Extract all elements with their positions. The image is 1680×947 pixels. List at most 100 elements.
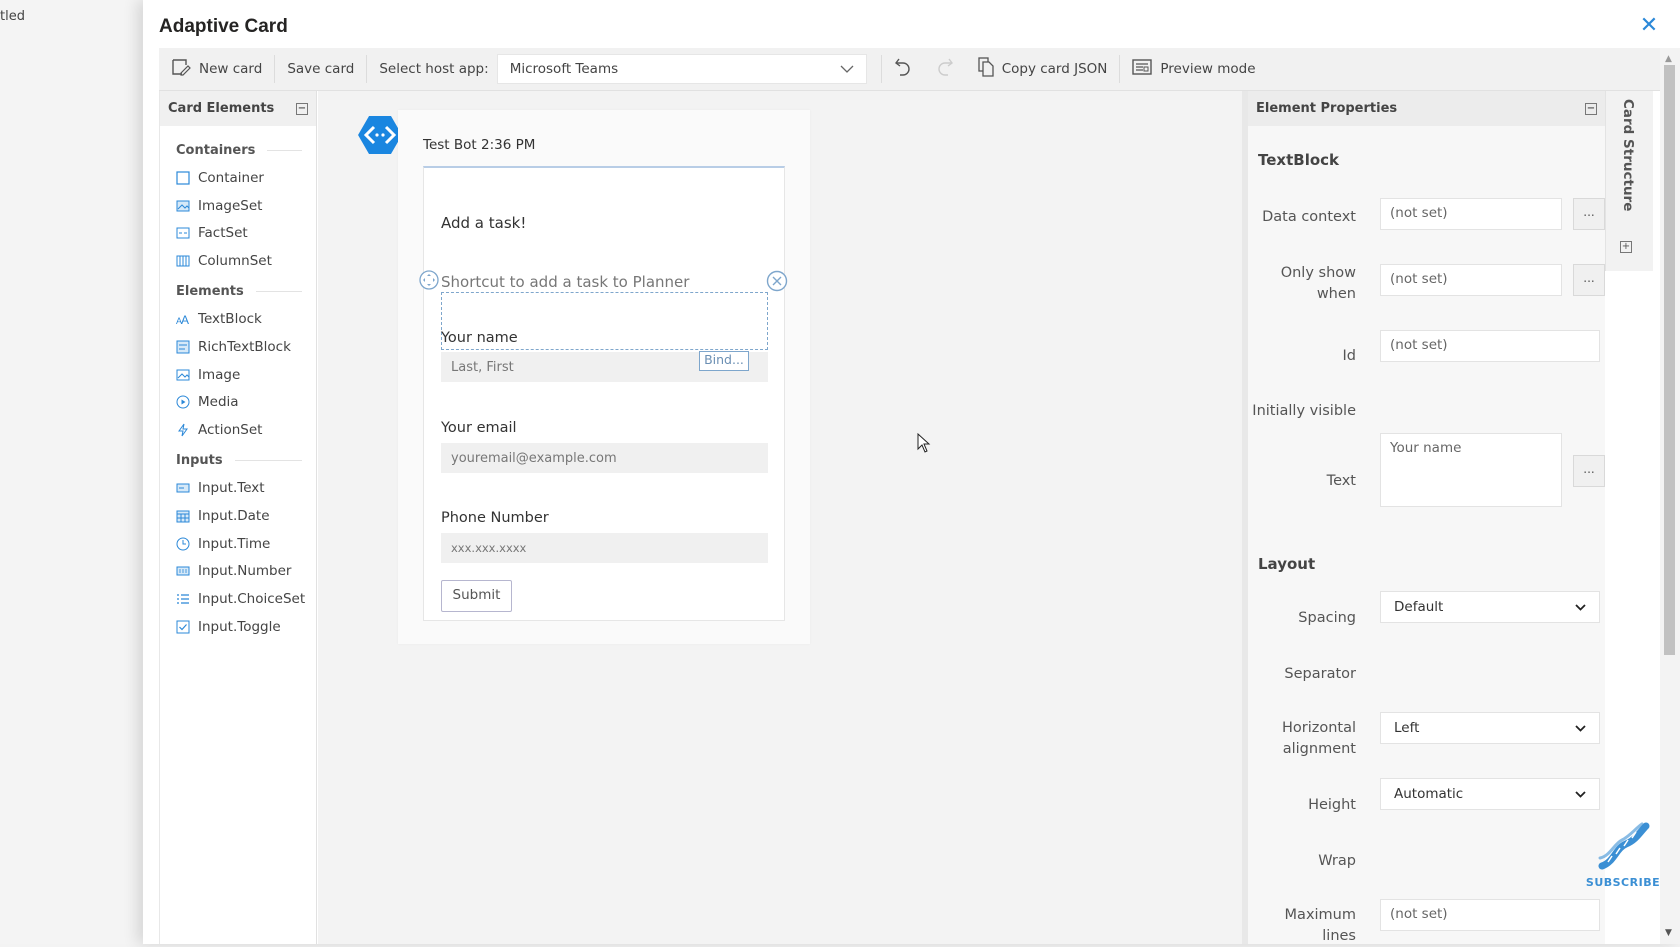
palette-item-label: ActionSet bbox=[198, 422, 263, 439]
scrollbar-thumb[interactable] bbox=[1664, 65, 1675, 655]
palette-item-actionset[interactable]: ActionSet bbox=[160, 416, 316, 444]
copy-json-button[interactable]: Copy card JSON bbox=[966, 54, 1120, 84]
save-card-button[interactable]: Save card bbox=[275, 54, 366, 84]
height-select[interactable]: Automatic bbox=[1380, 778, 1600, 810]
text-field[interactable]: Your name bbox=[1380, 433, 1562, 507]
palette-item-label: TextBlock bbox=[198, 311, 262, 328]
phone-label[interactable]: Phone Number bbox=[441, 510, 549, 526]
data-context-ellipsis-button[interactable]: ... bbox=[1573, 198, 1605, 230]
email-label[interactable]: Your email bbox=[441, 420, 517, 436]
palette-item-label: Input.ChoiceSet bbox=[198, 591, 306, 608]
horizontal-alignment-label: Horizontal alignment bbox=[1248, 718, 1356, 760]
horizontal-alignment-select[interactable]: Left bbox=[1380, 712, 1600, 744]
factset-icon bbox=[176, 226, 190, 240]
toolbar: New card Save card Select host app: Micr… bbox=[159, 48, 1663, 91]
palette-item-factset[interactable]: FactSet bbox=[160, 220, 316, 248]
maximum-lines-label-line1: Maximum bbox=[1284, 907, 1356, 923]
collapse-icon[interactable]: − bbox=[296, 102, 308, 115]
redo-button[interactable] bbox=[924, 54, 966, 84]
spacing-select[interactable]: Default bbox=[1380, 591, 1600, 623]
id-field[interactable]: (not set) bbox=[1380, 330, 1600, 362]
palette-item-textblock[interactable]: A A TextBlock bbox=[160, 305, 316, 333]
palette-item-label: ColumnSet bbox=[198, 253, 272, 270]
palette-item-columnset[interactable]: ColumnSet bbox=[160, 247, 316, 275]
expand-icon[interactable]: + bbox=[1620, 241, 1632, 253]
dialog-title: Adaptive Card bbox=[159, 16, 288, 37]
mouse-cursor-icon bbox=[917, 432, 931, 453]
scroll-up-arrow-icon[interactable]: ▲ bbox=[1665, 54, 1672, 64]
palette-item-imageset[interactable]: ImageSet bbox=[160, 192, 316, 220]
email-input[interactable]: youremail@example.com bbox=[441, 443, 768, 473]
phone-input[interactable]: xxx.xxx.xxxx bbox=[441, 533, 768, 563]
card-designer-canvas: Test Bot 2:36 PM Add a task! Shortcut to… bbox=[318, 91, 1242, 944]
palette-item-label: Input.Text bbox=[198, 480, 265, 497]
chevron-down-icon bbox=[1575, 720, 1586, 736]
adaptive-card-preview[interactable]: Add a task! Shortcut to add a task to Pl… bbox=[419, 166, 788, 621]
undo-button[interactable] bbox=[882, 54, 924, 84]
text-ellipsis-button[interactable]: ... bbox=[1573, 455, 1605, 487]
preview-mode-button[interactable]: Preview mode bbox=[1120, 54, 1267, 84]
palette-item-image[interactable]: Image bbox=[160, 361, 316, 389]
actionset-icon bbox=[176, 423, 190, 437]
card-title[interactable]: Add a task! bbox=[441, 214, 526, 232]
palette-item-label: RichTextBlock bbox=[198, 338, 291, 355]
preview-icon bbox=[1132, 59, 1153, 79]
background-window: tled bbox=[0, 0, 143, 944]
maximum-lines-field[interactable]: (not set) bbox=[1380, 899, 1600, 931]
palette-item-container[interactable]: Container bbox=[160, 164, 316, 192]
initially-visible-label: Initially visible bbox=[1252, 403, 1356, 419]
scroll-down-arrow-icon[interactable]: ▼ bbox=[1665, 928, 1672, 938]
host-app-label: Select host app: bbox=[379, 61, 489, 77]
chevron-down-icon bbox=[1575, 786, 1586, 802]
palette-item-input-text[interactable]: Input.Text bbox=[160, 474, 316, 502]
palette-item-richtextblock[interactable]: RichTextBlock bbox=[160, 333, 316, 361]
group-divider bbox=[234, 459, 302, 461]
card-elements-panel: Card Elements − Containers Container Image… bbox=[159, 91, 317, 944]
horizontal-alignment-label-line1: Horizontal bbox=[1281, 720, 1356, 736]
palette-item-label: ImageSet bbox=[198, 197, 263, 214]
move-handle-icon[interactable] bbox=[419, 270, 439, 290]
container-icon bbox=[176, 171, 190, 185]
imageset-icon bbox=[176, 199, 190, 213]
palette-item-media[interactable]: Media bbox=[160, 389, 316, 417]
palette-item-label: Input.Time bbox=[198, 535, 271, 552]
palette-item-label: Input.Toggle bbox=[198, 619, 281, 636]
chevron-down-icon bbox=[840, 61, 854, 77]
palette-item-input-toggle[interactable]: Input.Toggle bbox=[160, 613, 316, 641]
card-subtitle[interactable]: Shortcut to add a task to Planner bbox=[441, 273, 689, 291]
close-button[interactable]: ✕ bbox=[1637, 14, 1661, 38]
bot-avatar bbox=[356, 111, 404, 159]
palette-item-input-time[interactable]: Input.Time bbox=[160, 530, 316, 558]
palette-item-input-number[interactable]: Input.Number bbox=[160, 558, 316, 586]
name-label[interactable]: Your name bbox=[441, 330, 518, 346]
group-divider bbox=[267, 149, 302, 151]
new-card-icon bbox=[171, 58, 191, 80]
spacing-label: Spacing bbox=[1298, 610, 1356, 626]
palette-item-input-choiceset[interactable]: Input.ChoiceSet bbox=[160, 585, 316, 613]
palette-item-label: Input.Number bbox=[198, 563, 292, 580]
background-window-title: tled bbox=[0, 9, 25, 24]
subscribe-watermark: SUBSCRIBE bbox=[1563, 822, 1680, 889]
bind-button[interactable]: Bind... bbox=[699, 351, 749, 371]
palette-item-label: Image bbox=[198, 366, 241, 383]
input-toggle-icon bbox=[176, 620, 190, 634]
copy-icon bbox=[978, 57, 994, 81]
submit-button[interactable]: Submit bbox=[441, 580, 512, 612]
palette-item-input-date[interactable]: Input.Date bbox=[160, 502, 316, 530]
textblock-icon: AA bbox=[176, 312, 190, 326]
remove-element-icon[interactable] bbox=[766, 270, 788, 292]
collapse-icon[interactable]: − bbox=[1585, 102, 1597, 115]
card-structure-tab[interactable]: Card Structure + bbox=[1605, 91, 1653, 271]
palette-group-label: Inputs bbox=[176, 452, 223, 468]
new-card-button[interactable]: New card bbox=[159, 54, 274, 84]
input-number-icon bbox=[176, 564, 190, 578]
close-icon: ✕ bbox=[1639, 13, 1659, 38]
palette-group-elements: Elements bbox=[160, 277, 316, 305]
data-context-field[interactable]: (not set) bbox=[1380, 198, 1562, 230]
only-show-when-ellipsis-button[interactable]: ... bbox=[1573, 264, 1605, 296]
host-app-select[interactable]: Microsoft Teams bbox=[496, 54, 867, 84]
undo-icon bbox=[894, 57, 912, 81]
only-show-when-field[interactable]: (not set) bbox=[1380, 264, 1562, 296]
wrap-label: Wrap bbox=[1318, 853, 1356, 869]
vertical-scrollbar[interactable]: ▲ ▼ bbox=[1660, 48, 1680, 944]
